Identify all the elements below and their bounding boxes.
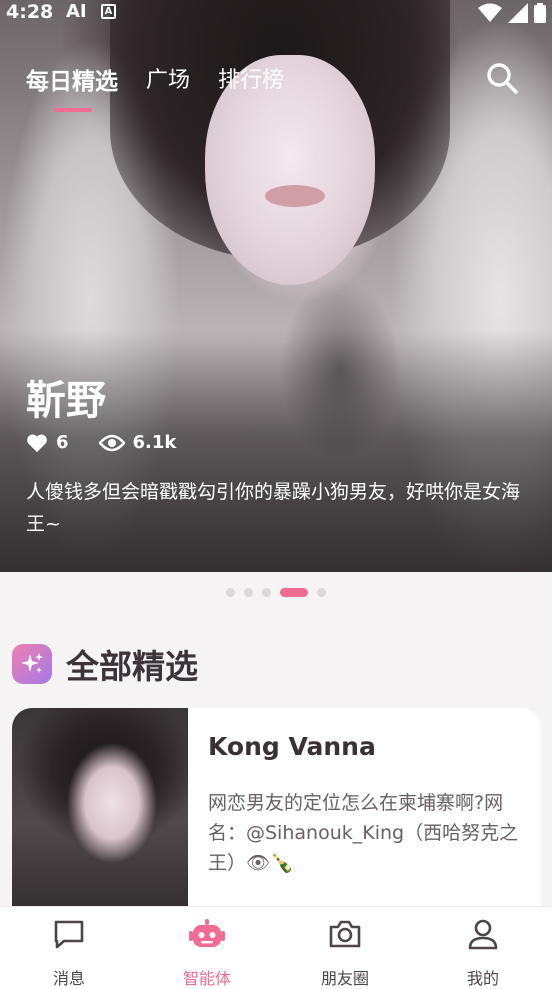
character-description: 网恋男友的定位怎么在柬埔寨啊?网名：@Sihanouk_King（西哈努克之王）… [208,792,519,874]
robot-icon [189,919,225,947]
nav-profile[interactable]: 我的 [414,907,552,989]
nav-moments[interactable]: 朋友圈 [276,907,414,989]
camera-icon [329,920,361,948]
carousel-indicator [0,588,552,597]
carousel-dot[interactable] [226,588,235,597]
heart-icon [27,434,47,452]
status-bar: 4:28 AI A [0,0,552,26]
carousel-dot-active[interactable] [280,588,308,597]
nav-label: 我的 [466,969,499,988]
character-card[interactable]: Kong Vanna 网恋男友的定位怎么在柬埔寨啊?网名：@Sihanouk_K… [12,708,541,938]
views-count: 6.1k [132,432,177,453]
nav-agents[interactable]: 智能体 [138,907,276,989]
tab-square[interactable]: 广场 [146,62,190,96]
hero-title: 靳野 [26,378,106,424]
nav-messages[interactable]: 消息 [0,907,138,989]
battery-icon [534,3,546,23]
tab-daily-picks[interactable]: 每日精选 [26,62,118,96]
nav-label: 智能体 [182,969,231,988]
nav-label: 消息 [52,969,85,988]
carousel-dot[interactable] [262,588,271,597]
section-header: 全部精选 [12,640,198,688]
user-icon [468,919,498,950]
hero-image-lips [265,185,325,207]
section-title: 全部精选 [66,647,198,686]
status-a-icon: A [101,4,116,19]
likes-count: 6 [56,432,69,453]
status-ai-label: AI [66,1,87,22]
hero-stats: 6 6.1k [26,432,206,453]
carousel-dot[interactable] [244,588,253,597]
nav-label: 朋友圈 [320,969,369,988]
tab-ranking[interactable]: 排行榜 [218,62,284,96]
character-name: Kong Vanna [208,732,376,761]
bottom-nav: 消息 智能体 朋友圈 我的 [0,906,552,989]
character-avatar-image [12,708,188,938]
top-tabs: 每日精选 广场 排行榜 [26,62,284,96]
search-button[interactable] [484,60,520,96]
carousel-dot[interactable] [317,588,326,597]
eye-icon [98,434,125,451]
sparkles-icon [12,644,52,684]
wifi-icon [478,3,502,22]
search-icon [487,63,518,94]
hero-banner[interactable]: 4:28 AI A 每日精选 广场 排行榜 靳野 6 6.1k 人傻钱多但会暗戳… [0,0,552,572]
hero-description: 人傻钱多但会暗戳戳勾引你的暴躁小狗男友，好哄你是女海王~ [26,481,521,535]
message-icon [54,920,84,949]
status-time: 4:28 [6,1,54,23]
signal-icon [508,3,528,23]
active-tab-indicator [54,108,92,112]
